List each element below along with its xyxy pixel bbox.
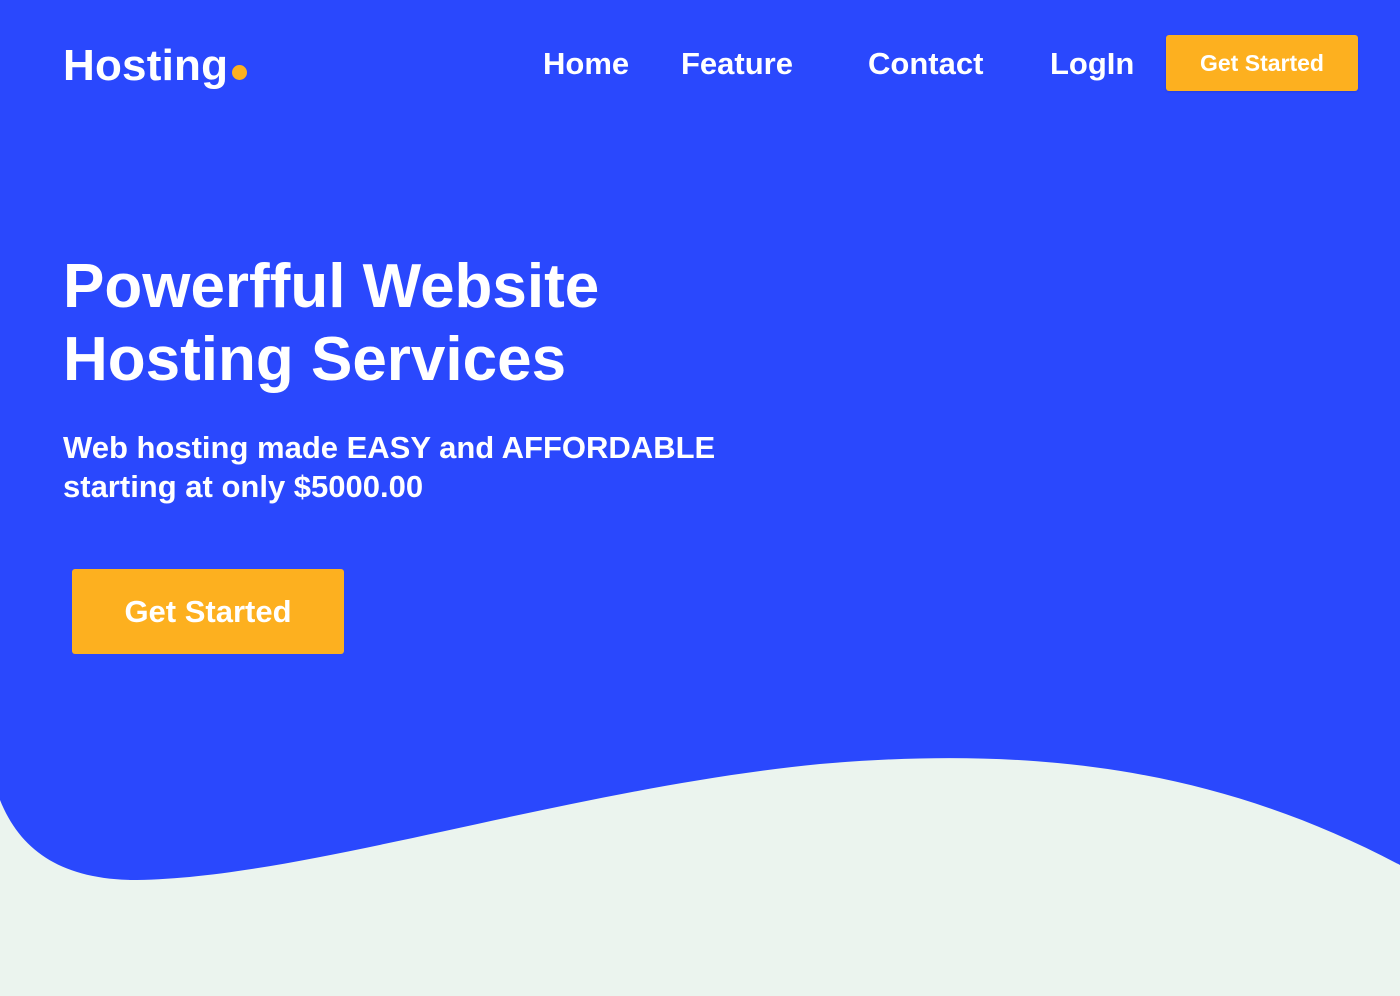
site-header: Hosting Home Feature Contact LogIn Get S… (0, 0, 1400, 130)
logo-text: Hosting (63, 41, 229, 90)
header-get-started-button[interactable]: Get Started (1166, 35, 1358, 91)
nav-link-feature[interactable]: Feature (681, 44, 793, 84)
nav-link-home[interactable]: Home (543, 44, 629, 84)
hero-get-started-button[interactable]: Get Started (72, 569, 344, 654)
hero-subtitle: Web hosting made EASY and AFFORDABLE sta… (63, 430, 716, 504)
logo-dot-icon (232, 65, 248, 80)
logo[interactable]: Hosting (63, 40, 248, 92)
hero-title: Powerfful Website Hosting Services (63, 252, 600, 394)
wave-shape (0, 758, 1400, 996)
nav-link-contact[interactable]: Contact (868, 44, 983, 84)
nav-link-login[interactable]: LogIn (1050, 44, 1134, 84)
